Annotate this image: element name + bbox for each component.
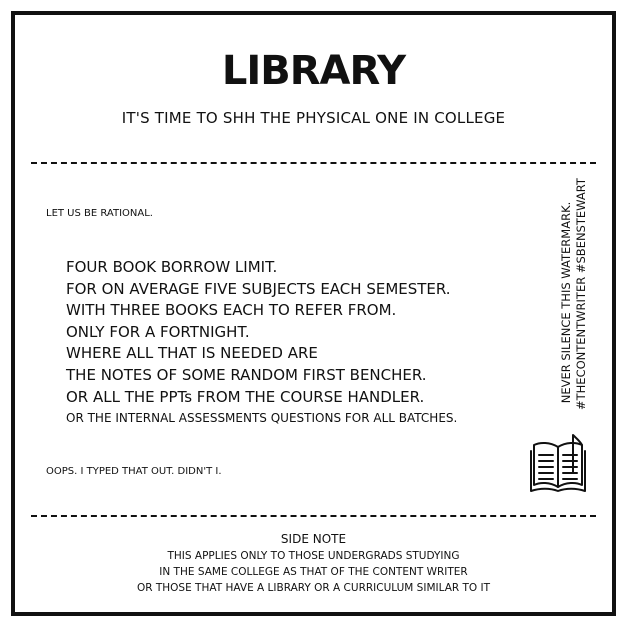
side-note: SIDE NOTE THIS APPLIES ONLY TO THOSE UND… [15, 531, 612, 596]
side-note-line: IN THE SAME COLLEGE AS THAT OF THE CONTE… [159, 566, 468, 578]
open-book-icon [530, 433, 586, 495]
page-title: LIBRARY [221, 48, 406, 94]
side-note-line: THIS APPLIES ONLY TO THOSE UNDERGRADS ST… [167, 550, 460, 562]
intro-text: LET US BE RATIONAL. [46, 208, 153, 219]
rant-lines: FOUR BOOK BORROW LIMIT. FOR ON AVERAGE F… [66, 257, 457, 430]
outro-text: OOPS. I TYPED THAT OUT. DIDN'T I. [46, 466, 222, 477]
rant-line: FOUR BOOK BORROW LIMIT. [66, 258, 278, 276]
rant-line: THE NOTES OF SOME RANDOM FIRST BENCHER. [66, 365, 427, 384]
watermark-line-1: NEVER SILENCE THIS WATERMARK. [559, 201, 573, 404]
rant-line: WITH THREE BOOKS EACH TO REFER FROM. [66, 301, 397, 320]
rant-line: WHERE ALL THAT IS NEEDED ARE [66, 344, 318, 363]
side-note-title: SIDE NOTE [280, 532, 347, 546]
rant-line: ONLY FOR A FORTNIGHT. [66, 322, 250, 341]
rant-line: FOR ON AVERAGE FIVE SUBJECTS EACH SEMEST… [66, 279, 451, 298]
watermark-line-2: #THECONTENTWRITER #SBENSTEWART [574, 178, 588, 410]
bottom-dashed-divider [31, 515, 596, 517]
watermark: NEVER SILENCE THIS WATERMARK. #THECONTEN… [559, 178, 599, 410]
comic-panel: LIBRARY IT'S TIME TO SHH THE PHYSICAL ON… [11, 11, 616, 616]
side-note-line: OR THOSE THAT HAVE A LIBRARY OR A CURRIC… [136, 582, 491, 594]
page-subtitle: IT'S TIME TO SHH THE PHYSICAL ONE IN COL… [121, 109, 506, 127]
top-dashed-divider [31, 162, 596, 164]
rant-line: OR THE INTERNAL ASSESSMENTS QUESTIONS FO… [66, 411, 458, 426]
rant-line: OR ALL THE PPTs FROM THE COURSE HANDLER. [66, 387, 425, 406]
